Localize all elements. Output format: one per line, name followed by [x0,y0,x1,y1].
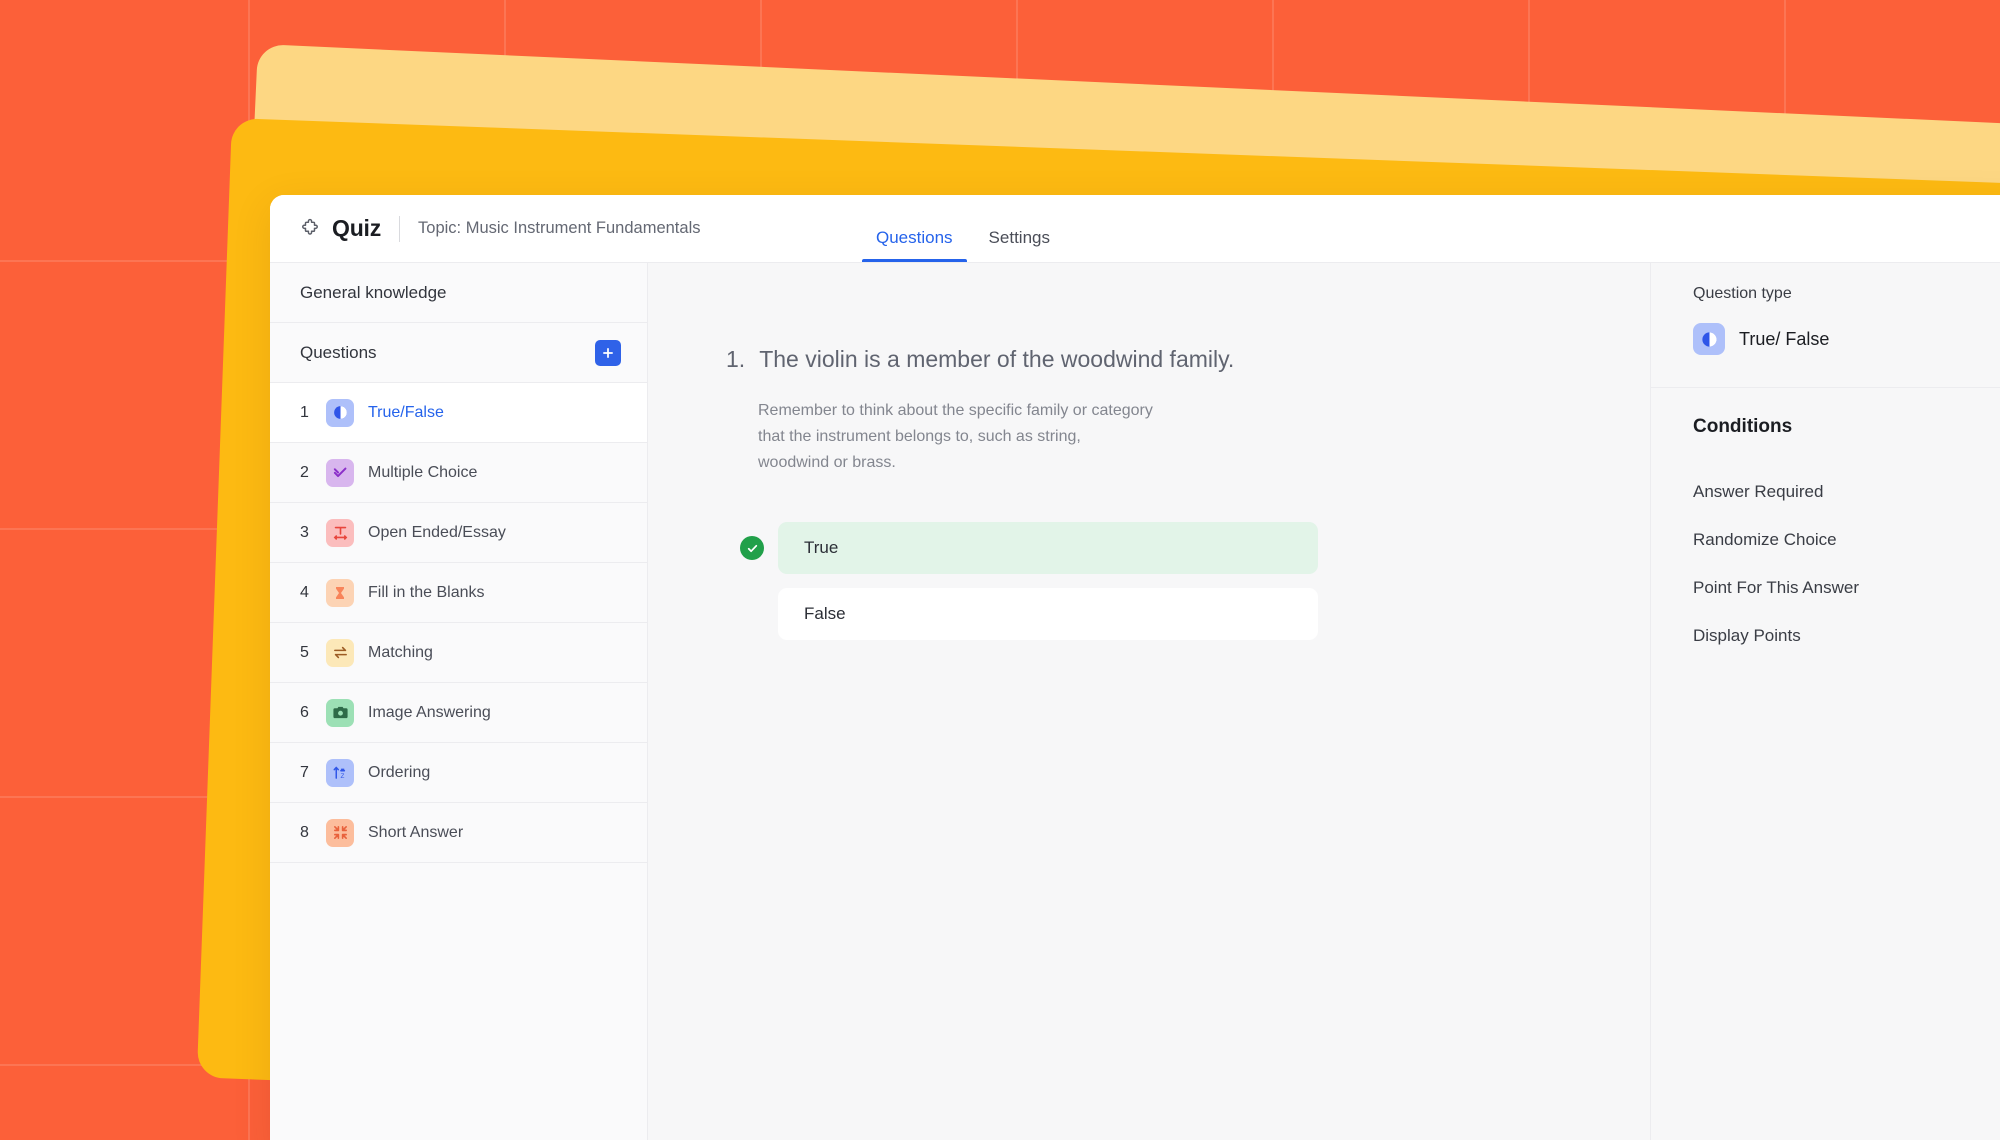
half-circle-icon [326,398,354,427]
question-type-label: Fill in the Blanks [368,583,485,601]
question-type-label: Open Ended/Essay [368,523,506,541]
question-hint: Remember to think about the specific fam… [758,402,1153,472]
question-list-item-1[interactable]: 1 True/False [270,383,647,443]
question-number: 7 [300,763,309,781]
question-number: 4 [300,583,309,601]
app-body: General knowledge Questions 1 True/False… [270,263,2000,1140]
answer-options: True False [726,522,1318,641]
swap-arrows-icon [326,638,354,667]
question-list-item-2[interactable]: 2 Multiple Choice [270,443,647,503]
answer-row-false: False [740,588,1318,641]
question-number: 2 [300,463,309,481]
sidebar-questions-label: Questions [300,342,377,362]
tab-questions[interactable]: Questions [862,229,967,262]
right-panel: Question type True/ False Conditions Ans… [1650,263,2000,1140]
question-title-row: 1. The violin is a member of the woodwin… [726,343,1318,376]
question-list: 1 True/False 2 Multiple Choice 3 Open En… [270,383,647,1140]
question-list-item-6[interactable]: 6 Image Answering [270,683,647,743]
brand-name: Quiz [332,215,382,241]
condition-answer-required[interactable]: Answer Required [1693,468,2000,516]
question-editor: 1. The violin is a member of the woodwin… [648,263,1650,1140]
question-type-value: True/ False [1739,328,1830,349]
conditions-section: Conditions Answer Required Randomize Cho… [1651,388,2000,660]
question-type-label: Short Answer [368,823,464,841]
answer-row-true: True [740,522,1318,575]
quiz-topic: Topic: Music Instrument Fundamentals [418,219,701,237]
answer-option-true[interactable]: True [778,522,1318,575]
condition-display-points[interactable]: Display Points [1693,612,2000,660]
sort-az-icon: Z [326,758,354,787]
condition-label: Randomize Choice [1693,530,1837,549]
condition-label: Display Points [1693,626,1801,645]
question-number: 1 [300,403,309,421]
screen-background: Quiz Topic: Music Instrument Fundamental… [0,0,2000,1140]
app-header: Quiz Topic: Music Instrument Fundamental… [270,195,2000,263]
question-type-section: Question type True/ False [1651,263,2000,388]
header-tabs: Questions Settings [862,195,1064,262]
check-circle-icon[interactable] [740,536,764,561]
question-list-item-3[interactable]: 3 Open Ended/Essay [270,503,647,563]
question-list-item-5[interactable]: 5 Matching [270,623,647,683]
question-type-label: Matching [368,643,433,661]
question-number: 8 [300,823,309,841]
camera-icon [326,698,354,727]
quiz-app-window: Quiz Topic: Music Instrument Fundamental… [270,195,2000,1140]
answer-option-false[interactable]: False [778,588,1318,641]
hourglass-icon [326,578,354,607]
add-question-button[interactable] [595,339,621,366]
question-list-item-4[interactable]: 4 Fill in the Blanks [270,563,647,623]
conditions-title: Conditions [1693,416,1793,437]
question-index: 1. [726,346,746,372]
double-check-icon [326,458,354,487]
question-number: 5 [300,643,309,661]
question-type-heading: Question type [1693,285,1792,302]
question-number: 3 [300,523,309,541]
condition-label: Point For This Answer [1693,578,1859,597]
half-circle-icon [1693,323,1725,355]
question-list-item-7[interactable]: 7 Z Ordering [270,743,647,803]
question-type-label: Image Answering [368,703,491,721]
question-type-label: Multiple Choice [368,463,478,481]
sidebar-questions-header: Questions [270,323,647,383]
sidebar: General knowledge Questions 1 True/False… [270,263,648,1140]
puzzle-icon [300,218,322,240]
answer-marker-empty[interactable] [740,602,764,626]
brand: Quiz [300,215,381,242]
svg-text:Z: Z [340,773,344,780]
plus-icon [601,346,615,360]
collapse-icon [326,818,354,847]
question-type-selector[interactable]: True/ False [1693,323,2000,355]
header-divider [399,215,401,242]
condition-label: Answer Required [1693,482,1824,501]
question-block: 1. The violin is a member of the woodwin… [648,343,1388,641]
condition-randomize-choice[interactable]: Randomize Choice [1693,516,2000,564]
text-essay-icon [326,518,354,547]
question-list-item-8[interactable]: 8 Short Answer [270,803,647,863]
question-number: 6 [300,703,309,721]
question-type-label: True/False [368,403,444,421]
sidebar-category[interactable]: General knowledge [270,263,647,323]
question-type-label: Ordering [368,763,431,781]
tab-settings[interactable]: Settings [975,229,1064,262]
condition-point-for-this-answer[interactable]: Point For This Answer [1693,564,2000,612]
question-text[interactable]: The violin is a member of the woodwind f… [759,343,1234,376]
